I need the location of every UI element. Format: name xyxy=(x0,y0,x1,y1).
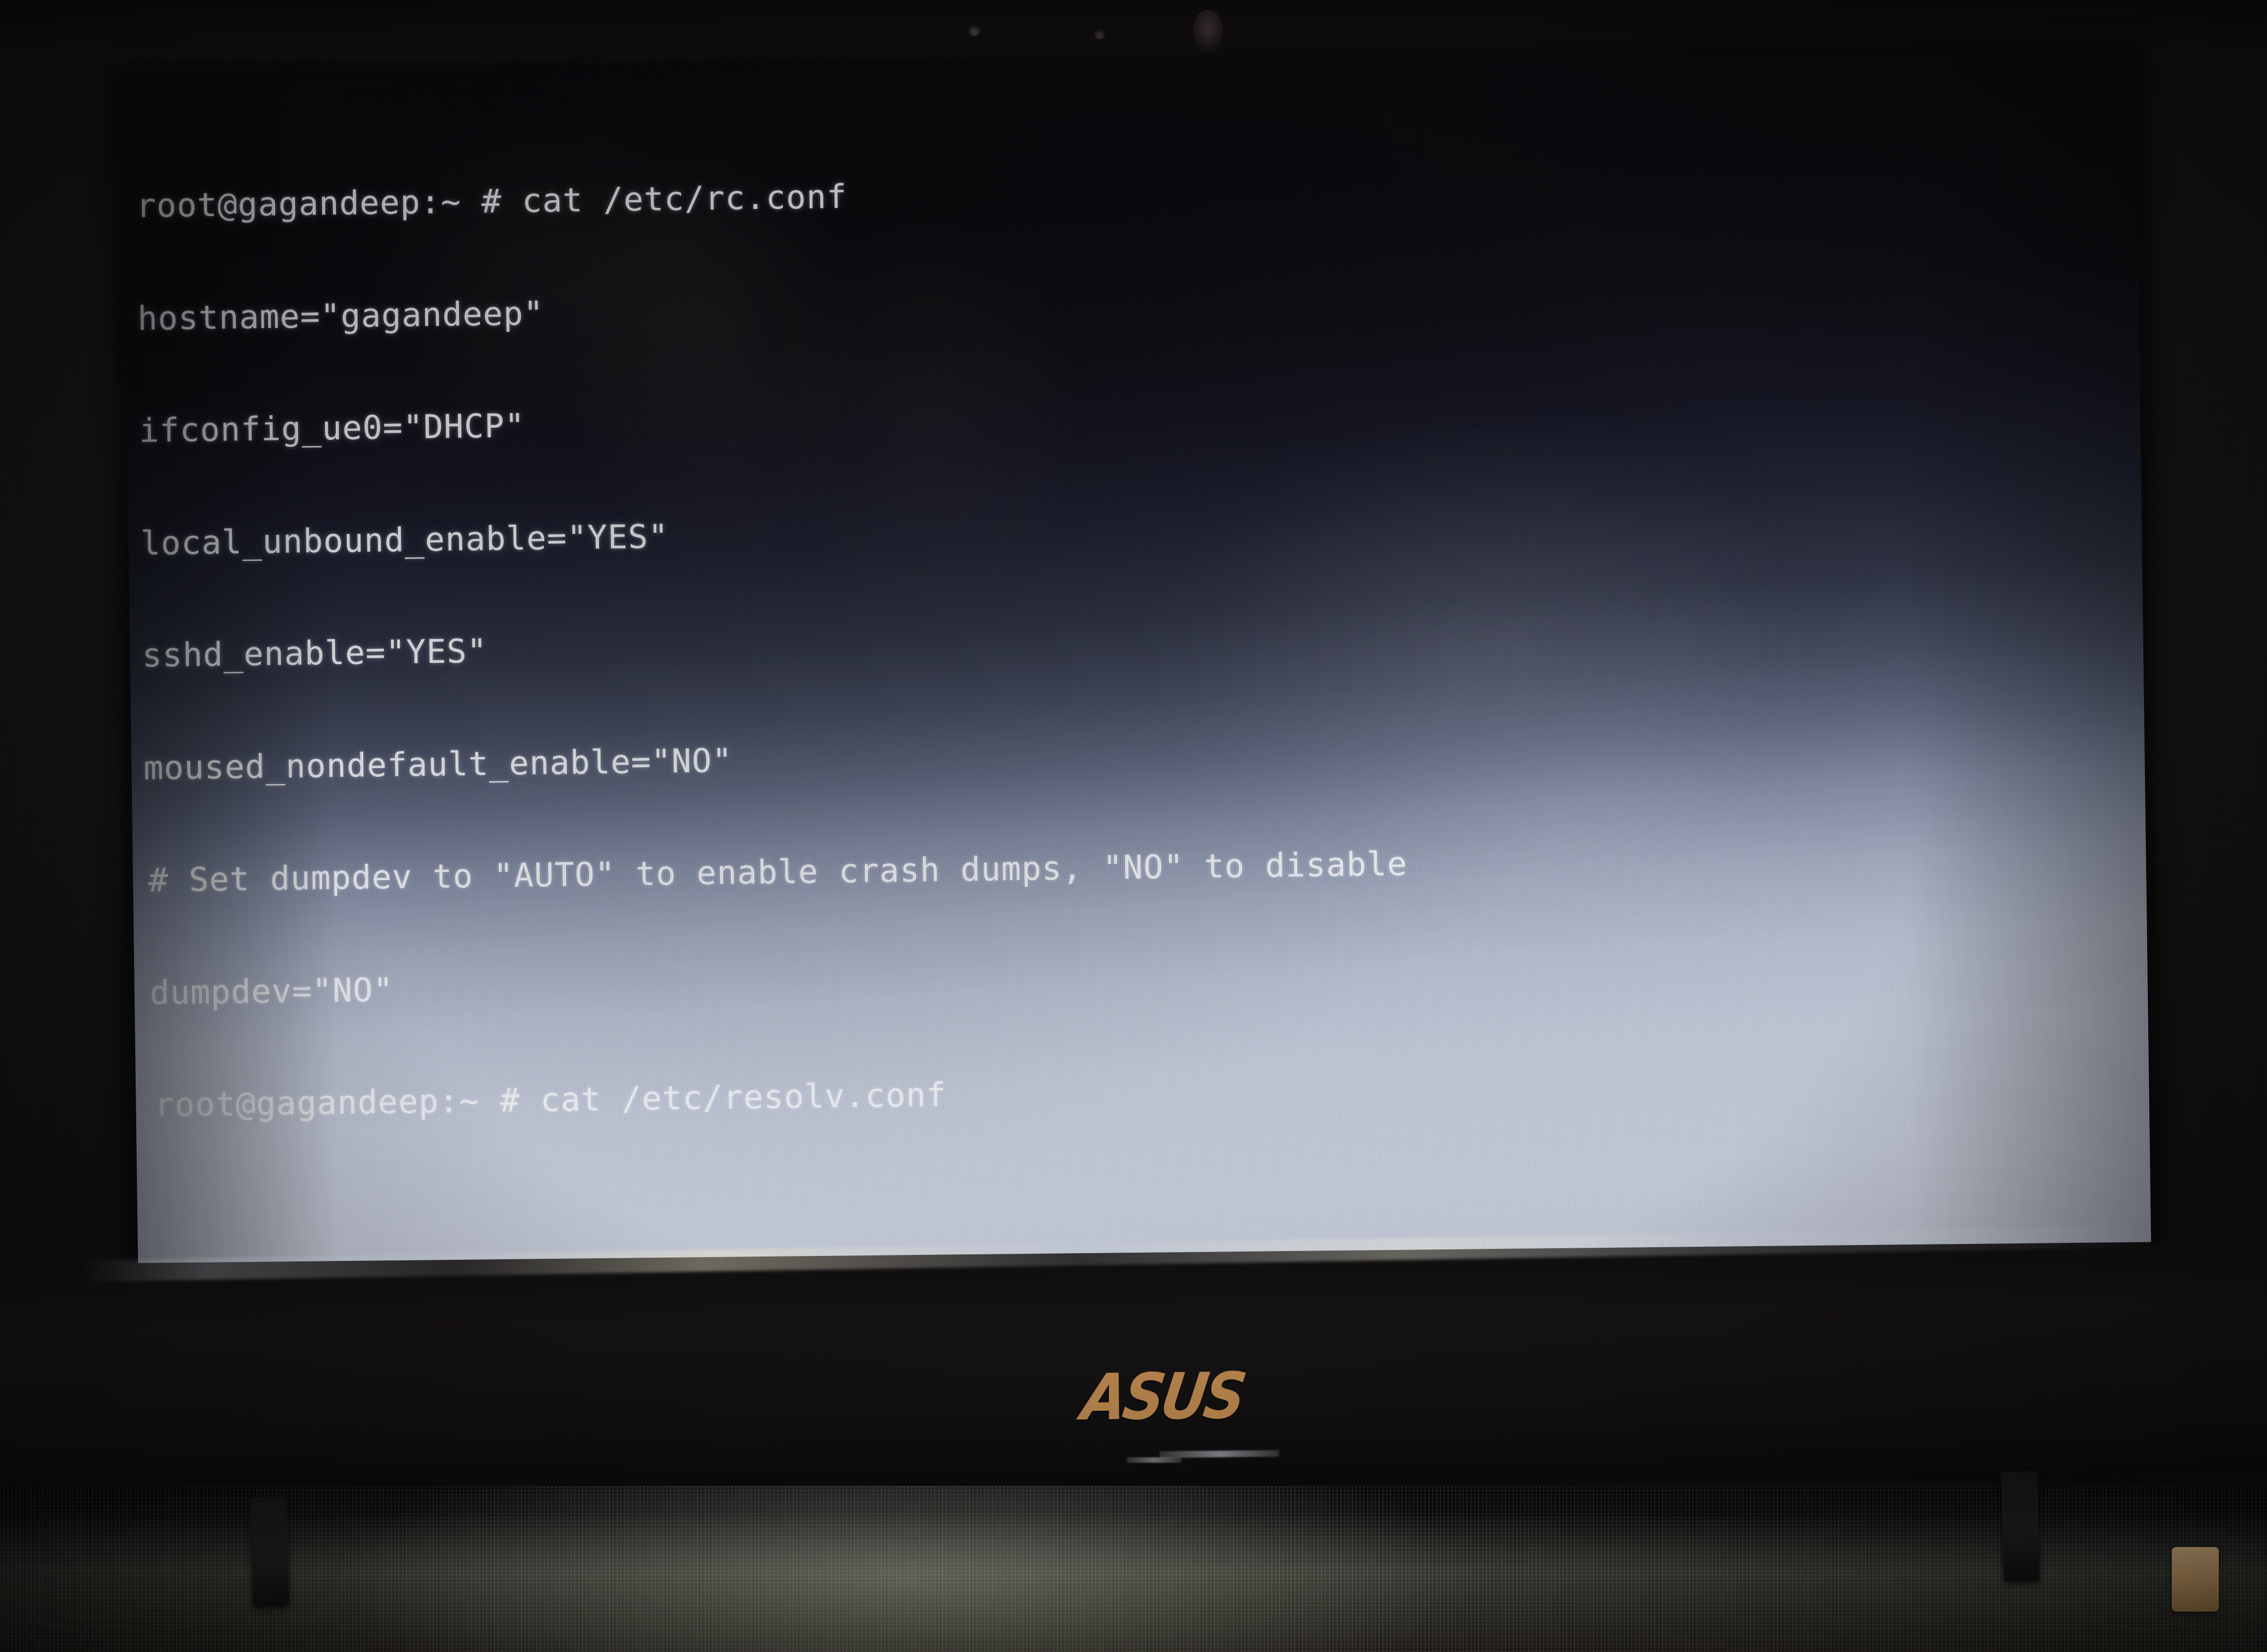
microphone-icon xyxy=(1094,28,1105,39)
asus-logo: ASUS xyxy=(1077,1358,1248,1435)
desk-object xyxy=(2172,1547,2219,1612)
laptop-screen[interactable]: root@gagandeep:~ # cat /etc/rc.conf host… xyxy=(122,51,2152,1269)
hinge-foot-right xyxy=(2001,1471,2040,1581)
terminal-line: dumpdev="NO" xyxy=(149,970,394,1013)
terminal-line: root@gagandeep:~ # cat /etc/resolv.conf xyxy=(154,1075,947,1125)
hinge-foot-left xyxy=(250,1496,289,1607)
terminal-line: root@gagandeep:~ # cat /etc/rc.conf xyxy=(136,177,847,225)
terminal-line: # Set dumpdev to "AUTO" to enable crash … xyxy=(148,845,1408,900)
base-sheen xyxy=(0,1486,2267,1652)
terminal-line: moused_nondefault_enable="NO" xyxy=(143,741,733,788)
terminal-line: ifconfig_ue0="DHCP" xyxy=(138,406,526,450)
laptop-base xyxy=(0,1486,2267,1652)
top-bezel xyxy=(0,0,2267,59)
terminal-line: local_unbound_enable="YES" xyxy=(140,517,669,563)
microphone-icon xyxy=(968,24,980,36)
bezel-trim xyxy=(1159,1450,1280,1458)
webcam-icon xyxy=(1193,10,1223,53)
terminal-line: hostname="gagandeep" xyxy=(137,294,544,338)
laptop-photograph: root@gagandeep:~ # cat /etc/rc.conf host… xyxy=(0,0,2267,1652)
freebsd-console[interactable]: root@gagandeep:~ # cat /etc/rc.conf host… xyxy=(123,51,2151,1269)
lid-latch xyxy=(1127,1457,1182,1463)
terminal-line: sshd_enable="YES" xyxy=(142,632,488,675)
